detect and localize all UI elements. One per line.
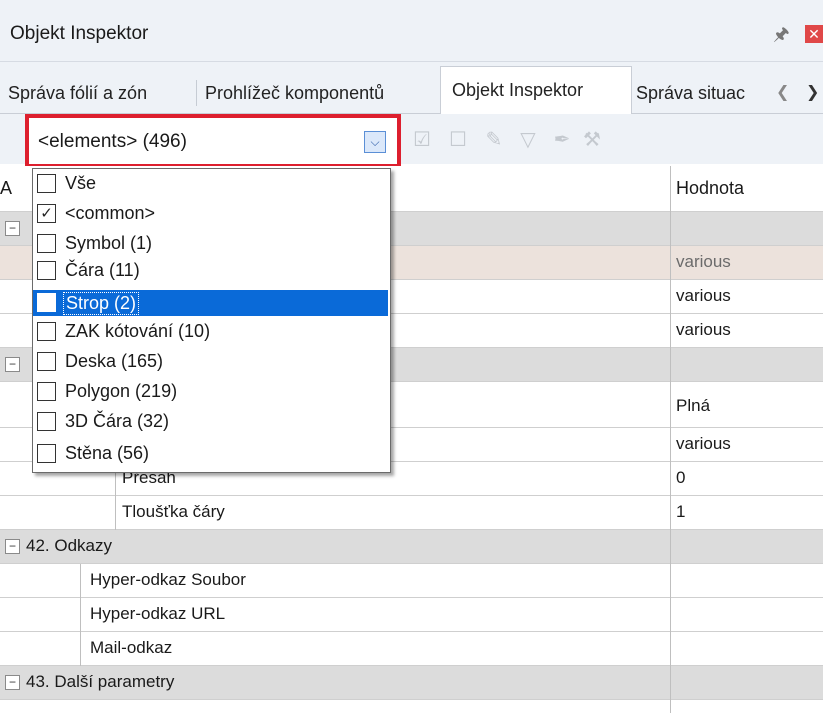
property-value[interactable]: 0 <box>676 468 685 488</box>
checkbox[interactable] <box>37 352 56 371</box>
checkbox[interactable] <box>37 293 56 312</box>
group-row-dalsi[interactable]: − 43. Další parametry <box>0 666 823 700</box>
group-row-odkazy[interactable]: − 42. Odkazy <box>0 530 823 564</box>
dropdown-item[interactable]: 3D Čára (32) <box>33 409 388 435</box>
wrench-icon[interactable]: ⚒ <box>580 128 604 152</box>
property-row-hyper-url[interactable]: Hyper-odkaz URL <box>0 598 823 632</box>
property-name: Tloušťka čáry <box>122 502 225 521</box>
tab-objekt-inspektor[interactable]: Objekt Inspektor <box>440 66 632 115</box>
dropdown-item-selected[interactable]: Strop (2) <box>33 290 388 316</box>
filter-icon[interactable]: ▽ <box>516 128 540 152</box>
checkbox[interactable] <box>37 261 56 280</box>
property-value[interactable]: various <box>676 434 731 454</box>
dropdown-item[interactable]: Stěna (56) <box>33 441 388 467</box>
property-row-hyper-soubor[interactable]: Hyper-odkaz Soubor <box>0 564 823 598</box>
name-cell-border <box>80 598 81 632</box>
select-icon[interactable]: ☐ <box>446 128 470 152</box>
property-value[interactable]: Plná <box>676 396 710 416</box>
dropdown-item[interactable]: Symbol (1) <box>33 231 388 257</box>
checkbox[interactable] <box>37 412 56 431</box>
tab-prohlizec-komponentu[interactable]: Prohlížeč komponentů <box>205 70 384 114</box>
property-value[interactable]: various <box>676 320 731 340</box>
property-value[interactable]: various <box>676 286 731 306</box>
element-filter-highlight: <elements> (496) ⌵ <box>25 114 401 168</box>
scroll-right-icon[interactable]: ❯ <box>806 82 819 102</box>
name-cell-border <box>80 632 81 666</box>
element-filter-combobox[interactable]: <elements> (496) ⌵ <box>34 124 390 160</box>
collapse-icon[interactable]: − <box>5 357 20 372</box>
scroll-left-icon[interactable]: ❮ <box>776 82 789 102</box>
group-title: 42. Odkazy <box>26 536 112 555</box>
property-name: Hyper-odkaz URL <box>90 604 226 623</box>
chevron-down-icon[interactable]: ⌵ <box>364 131 386 153</box>
element-filter-value: <elements> (496) <box>38 131 187 152</box>
pin-icon[interactable]: 🖈 <box>773 24 793 44</box>
brush-icon[interactable]: ✎ <box>482 128 506 152</box>
dropdown-item[interactable]: ZAK kótování (10) <box>33 319 388 345</box>
dropdown-item[interactable]: Vše <box>33 171 388 197</box>
group-title: 43. Další parametry <box>26 672 175 691</box>
dropdown-item[interactable]: Čára (11) <box>33 258 388 284</box>
property-value[interactable]: various <box>676 252 731 272</box>
title-bar: Objekt Inspektor 🖈 ✕ <box>0 0 823 62</box>
property-name: Hyper-odkaz Soubor <box>90 570 246 589</box>
pipette-icon[interactable]: ✒ <box>550 128 574 152</box>
checkbox-icon[interactable]: ☑ <box>410 128 434 152</box>
property-row-mail[interactable]: Mail-odkaz <box>0 632 823 666</box>
window-title: Objekt Inspektor <box>10 23 149 44</box>
collapse-icon[interactable]: − <box>5 539 20 554</box>
property-name: Mail-odkaz <box>90 638 173 657</box>
dropdown-item[interactable]: Deska (165) <box>33 349 388 375</box>
tab-bar: Správa fólií a zón Prohlížeč komponentů … <box>0 62 823 115</box>
element-filter-dropdown: Vše ✓ <common> Symbol (1) Čára (11) Stro… <box>32 168 391 473</box>
column-divider[interactable] <box>670 166 671 713</box>
checkbox[interactable] <box>37 234 56 253</box>
name-cell-border <box>80 564 81 598</box>
tab-sprava-situaci[interactable]: Správa situac <box>636 70 769 114</box>
close-button[interactable]: ✕ <box>805 25 823 43</box>
name-cell-border <box>115 496 116 530</box>
checkbox[interactable] <box>37 174 56 193</box>
tab-sprava-folii[interactable]: Správa fólií a zón <box>8 70 147 114</box>
column-header-attribute[interactable]: A <box>0 178 12 199</box>
checkbox[interactable] <box>37 322 56 341</box>
checkbox[interactable] <box>37 382 56 401</box>
tab-separator <box>196 80 197 106</box>
column-header-value[interactable]: Hodnota <box>676 178 744 199</box>
property-value[interactable]: 1 <box>676 502 685 522</box>
property-row-tloustka[interactable]: Tloušťka čáry 1 <box>0 496 823 530</box>
collapse-icon[interactable]: − <box>5 675 20 690</box>
checkbox[interactable] <box>37 444 56 463</box>
collapse-icon[interactable]: − <box>5 221 20 236</box>
checkbox-checked[interactable]: ✓ <box>37 204 56 223</box>
dropdown-item[interactable]: ✓ <common> <box>33 201 388 227</box>
dropdown-item[interactable]: Polygon (219) <box>33 379 388 405</box>
